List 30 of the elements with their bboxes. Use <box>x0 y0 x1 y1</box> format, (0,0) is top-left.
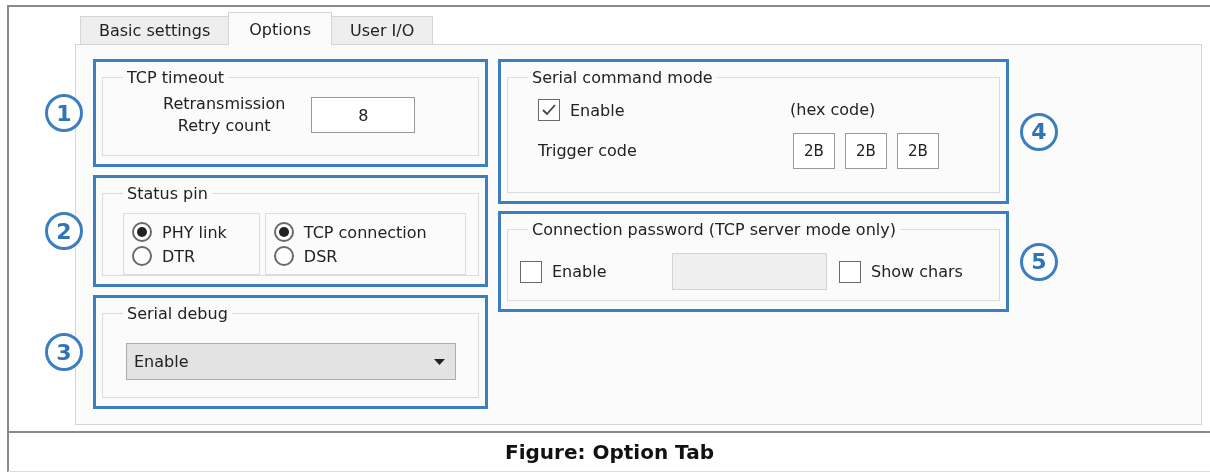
hint-text: (hex code) <box>790 99 876 121</box>
input-field[interactable]: 2B <box>845 133 887 170</box>
callout-number: 4 <box>1020 112 1058 151</box>
checkbox[interactable]: Enable <box>538 99 790 122</box>
callout-number: 1 <box>45 94 83 132</box>
group-title: Serial debug <box>126 304 229 323</box>
checkbox[interactable]: Show chars <box>839 260 963 283</box>
group-title: TCP timeout <box>126 68 226 87</box>
callout-number: 2 <box>45 212 83 250</box>
radio-button[interactable]: DSR <box>273 246 457 266</box>
dropdown[interactable]: Enable <box>126 343 456 380</box>
callout-number: 5 <box>1020 242 1058 281</box>
group-title: Connection password (TCP server mode only) <box>531 220 897 239</box>
group-title: Serial command mode <box>531 68 714 87</box>
field-label: Retransmission Retry count <box>163 93 286 138</box>
field-label: Trigger code <box>538 140 638 163</box>
input-field[interactable]: 2B <box>897 133 939 170</box>
figure-caption: Figure: Option Tab <box>505 440 714 464</box>
checkbox[interactable]: Enable <box>520 260 672 283</box>
input-field[interactable]: 2B <box>793 133 835 170</box>
callout-number: 3 <box>45 333 83 371</box>
caret-icon <box>434 358 445 365</box>
radio-button[interactable]: TCP connection <box>273 222 457 242</box>
group-title: Status pin <box>126 184 209 203</box>
tab[interactable]: Basic settings <box>80 16 230 45</box>
tab[interactable]: Options <box>228 12 332 45</box>
tab[interactable]: User I/O <box>331 16 434 45</box>
radio-button[interactable]: DTR <box>132 246 251 266</box>
radio-button[interactable]: PHY link <box>132 222 251 242</box>
input-field[interactable]: 8 <box>311 97 416 134</box>
